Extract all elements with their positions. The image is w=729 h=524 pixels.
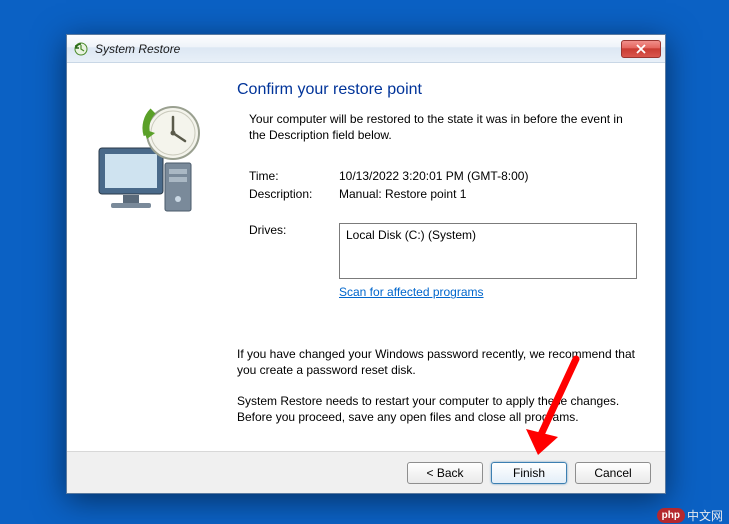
description-label: Description:: [249, 187, 339, 201]
drives-item[interactable]: Local Disk (C:) (System): [346, 228, 630, 242]
restart-warning-text: System Restore needs to restart your com…: [237, 393, 637, 425]
restore-illustration-icon: [87, 103, 217, 223]
time-value: 10/13/2022 3:20:01 PM (GMT-8:00): [339, 169, 637, 183]
cancel-button[interactable]: Cancel: [575, 462, 651, 484]
watermark-badge: php: [657, 508, 685, 523]
illustration-panel: [67, 63, 237, 451]
intro-text: Your computer will be restored to the st…: [237, 111, 637, 143]
titlebar[interactable]: System Restore: [67, 35, 665, 63]
system-restore-window: System Restore: [66, 34, 666, 494]
description-field: Description: Manual: Restore point 1: [237, 187, 637, 201]
finish-button[interactable]: Finish: [491, 462, 567, 484]
back-button[interactable]: < Back: [407, 462, 483, 484]
description-value: Manual: Restore point 1: [339, 187, 637, 201]
scan-affected-link[interactable]: Scan for affected programs: [339, 285, 637, 299]
content-area: Confirm your restore point Your computer…: [67, 63, 665, 451]
system-restore-icon: [73, 41, 89, 57]
time-label: Time:: [249, 169, 339, 183]
window-title: System Restore: [95, 42, 621, 56]
drives-listbox[interactable]: Local Disk (C:) (System): [339, 223, 637, 279]
page-heading: Confirm your restore point: [237, 81, 637, 99]
close-icon: [636, 44, 646, 54]
close-button[interactable]: [621, 40, 661, 58]
drives-field: Drives: Local Disk (C:) (System): [237, 223, 637, 279]
time-field: Time: 10/13/2022 3:20:01 PM (GMT-8:00): [237, 169, 637, 183]
password-warning-text: If you have changed your Windows passwor…: [237, 346, 637, 378]
main-panel: Confirm your restore point Your computer…: [237, 63, 665, 451]
drives-label: Drives:: [249, 223, 339, 279]
watermark: php 中文网: [657, 507, 723, 524]
button-bar: < Back Finish Cancel: [67, 451, 665, 493]
watermark-text: 中文网: [687, 507, 723, 524]
